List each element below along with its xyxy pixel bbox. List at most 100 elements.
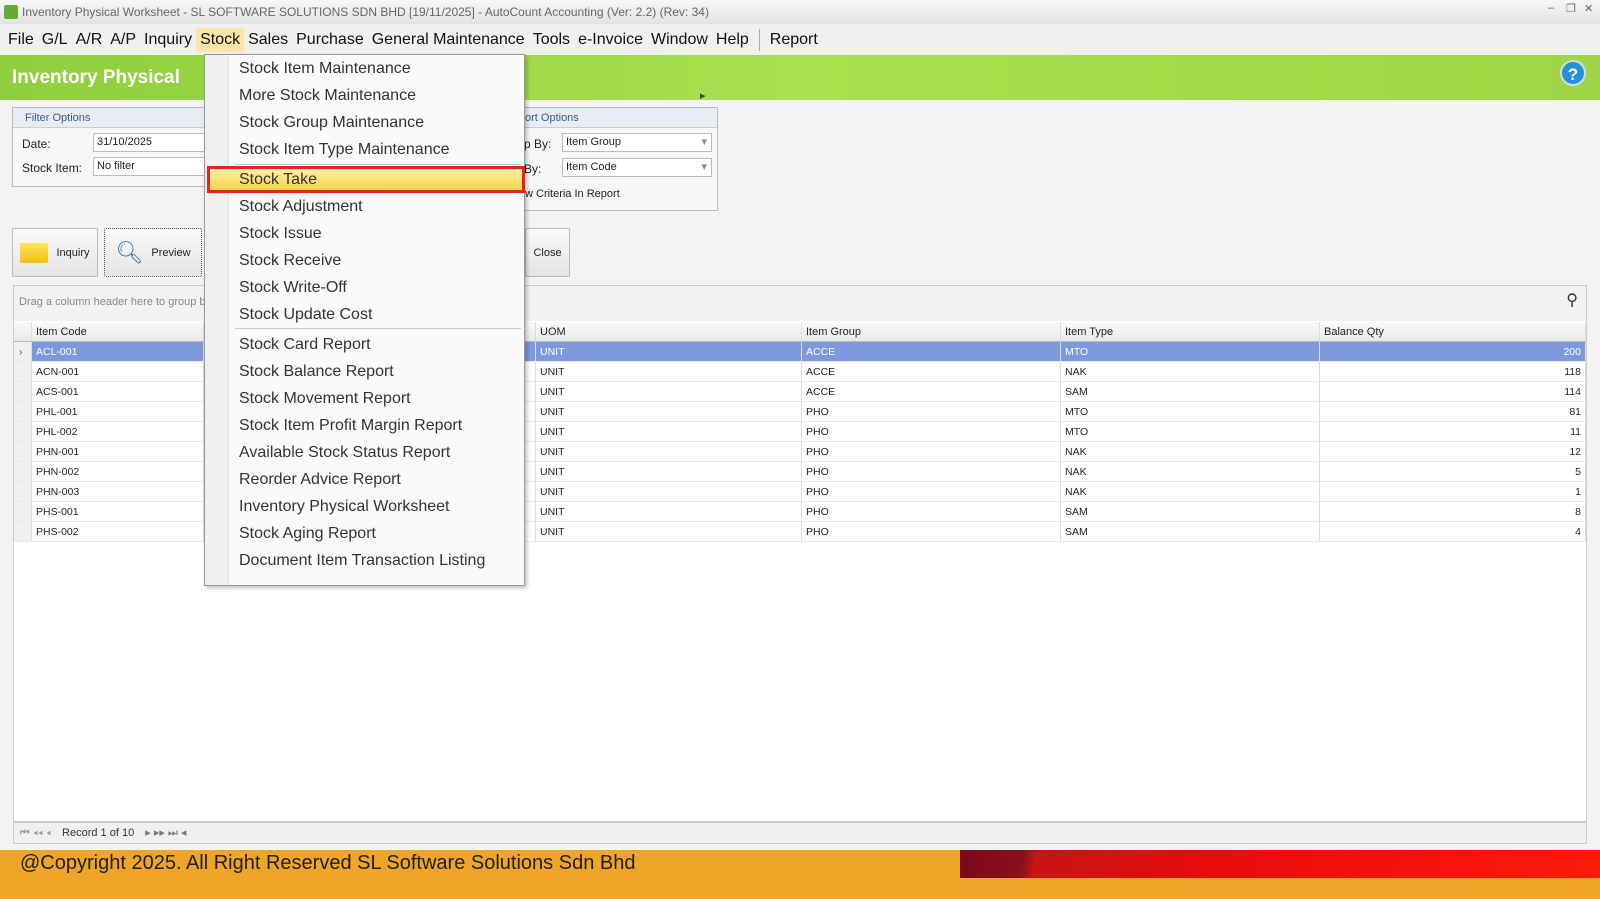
grid-cell: 200 — [1320, 342, 1586, 361]
grid-cell: 11 — [1320, 422, 1586, 441]
record-navigator: ⏮ ◂◂ ◂ Record 1 of 10 ▸ ▸▸ ⏭ ◂ — [13, 822, 1587, 844]
menu-g-l[interactable]: G/L — [38, 28, 72, 52]
menu-divider — [235, 328, 521, 329]
menu-a-r[interactable]: A/R — [72, 28, 107, 52]
menu-item-stock-take[interactable]: Stock Take — [207, 166, 525, 193]
grid-cell: PHO — [802, 442, 1061, 461]
report-options-title: ort Options — [521, 108, 717, 128]
menu-general-maintenance[interactable]: General Maintenance — [368, 28, 529, 52]
grid-cell: PHN-001 — [32, 442, 204, 461]
window-title: Inventory Physical Worksheet - SL SOFTWA… — [22, 5, 709, 19]
inquiry-label: Inquiry — [56, 246, 90, 259]
filter-options-group: Filter Options Date: 31/10/2025 Stock It… — [12, 107, 218, 187]
column-header[interactable]: Item Type — [1061, 322, 1320, 341]
menu-purchase[interactable]: Purchase — [292, 28, 368, 52]
menu-item-stock-aging-report[interactable]: Stock Aging Report — [231, 520, 521, 547]
menu-sales[interactable]: Sales — [244, 28, 292, 52]
grid-cell: PHO — [802, 482, 1061, 501]
grid-cell: UNIT — [536, 422, 802, 441]
menu-report[interactable]: Report — [766, 28, 822, 52]
menu-item-stock-balance-report[interactable]: Stock Balance Report — [231, 358, 521, 385]
row-indicator — [14, 522, 32, 541]
menu-item-stock-issue[interactable]: Stock Issue — [231, 220, 521, 247]
column-header[interactable]: Balance Qty — [1320, 322, 1586, 341]
grid-cell: 1 — [1320, 482, 1586, 501]
menu-item-stock-item-profit-margin-report[interactable]: Stock Item Profit Margin Report — [231, 412, 521, 439]
chevron-down-icon: ▾ — [701, 136, 707, 148]
menu-item-inventory-physical-worksheet[interactable]: Inventory Physical Worksheet — [231, 493, 521, 520]
menu-item-stock-item-type-maintenance[interactable]: Stock Item Type Maintenance — [231, 136, 521, 163]
inquiry-button[interactable]: Inquiry — [12, 228, 98, 277]
grid-cell: UNIT — [536, 442, 802, 461]
menu-inquiry[interactable]: Inquiry — [140, 28, 196, 52]
filter-options-title: Filter Options — [13, 108, 211, 128]
close-button[interactable]: Close — [525, 228, 570, 277]
column-header[interactable]: UOM — [536, 322, 802, 341]
help-icon[interactable]: ? — [1560, 60, 1586, 86]
menu-item-stock-update-cost[interactable]: Stock Update Cost — [231, 301, 521, 328]
preview-button[interactable]: 🔍︎ Preview — [104, 228, 202, 277]
preview-label: Preview — [151, 246, 191, 259]
sort-by-label: By: — [524, 162, 542, 176]
menu-window[interactable]: Window — [647, 28, 712, 52]
menu-file[interactable]: File — [4, 28, 38, 52]
group-by-select[interactable]: Item Group ▾ — [562, 133, 712, 152]
grid-cell: UNIT — [536, 502, 802, 521]
copyright-text: @Copyright 2025. All Right Reserved SL S… — [20, 852, 636, 874]
menu-item-stock-write-off[interactable]: Stock Write-Off — [231, 274, 521, 301]
menu-item-available-stock-status-report[interactable]: Available Stock Status Report — [231, 439, 521, 466]
grid-cell: SAM — [1061, 522, 1320, 541]
date-label: Date: — [22, 137, 51, 151]
grid-cell: NAK — [1061, 442, 1320, 461]
menu-item-document-item-transaction-listing[interactable]: Document Item Transaction Listing — [231, 547, 521, 574]
menu-tools[interactable]: Tools — [529, 28, 574, 52]
chevron-down-icon: ▾ — [701, 161, 707, 173]
minimize-icon[interactable]: – — [1548, 2, 1554, 14]
menu-item-stock-adjustment[interactable]: Stock Adjustment — [231, 193, 521, 220]
grid-cell: ACL-001 — [32, 342, 204, 361]
grid-cell: 5 — [1320, 462, 1586, 481]
menu-item-stock-group-maintenance[interactable]: Stock Group Maintenance — [231, 109, 521, 136]
menu-item-reorder-advice-report[interactable]: Reorder Advice Report — [231, 466, 521, 493]
menu-help[interactable]: Help — [712, 28, 753, 52]
row-indicator[interactable] — [14, 322, 32, 341]
column-header[interactable]: Item Group — [802, 322, 1061, 341]
menu-item-more-stock-maintenance[interactable]: More Stock Maintenance — [231, 82, 521, 109]
sort-by-select[interactable]: Item Code ▾ — [562, 158, 712, 177]
grid-cell: SAM — [1061, 502, 1320, 521]
nav-first-prev-icons[interactable]: ⏮ ◂◂ ◂ — [20, 827, 51, 839]
menu-item-stock-item-maintenance[interactable]: Stock Item Maintenance — [231, 55, 521, 82]
grid-cell: PHO — [802, 522, 1061, 541]
find-icon[interactable]: ⚲ — [1566, 290, 1578, 310]
grid-cell: 8 — [1320, 502, 1586, 521]
menu-stock[interactable]: Stock — [196, 27, 245, 52]
show-criteria-checkbox-label[interactable]: w Criteria In Report — [525, 188, 620, 200]
grid-cell: 114 — [1320, 382, 1586, 401]
menu-separator — [758, 28, 760, 51]
menu-a-p[interactable]: A/P — [106, 28, 140, 52]
stock-item-field[interactable]: No filter — [93, 157, 218, 176]
menu-item-stock-card-report[interactable]: Stock Card Report — [231, 331, 521, 358]
preview-magnifier-icon: 🔍︎ — [115, 239, 144, 265]
grid-cell: UNIT — [536, 362, 802, 381]
close-window-icon[interactable]: ✕ — [1584, 2, 1593, 15]
menu-e-invoice[interactable]: e-Invoice — [574, 28, 647, 52]
row-indicator — [14, 382, 32, 401]
row-indicator — [14, 422, 32, 441]
grid-cell: MTO — [1061, 342, 1320, 361]
grid-cell: UNIT — [536, 342, 802, 361]
row-indicator — [14, 462, 32, 481]
grid-cell: UNIT — [536, 482, 802, 501]
menu-item-stock-movement-report[interactable]: Stock Movement Report — [231, 385, 521, 412]
menu-item-stock-receive[interactable]: Stock Receive — [231, 247, 521, 274]
grid-cell: UNIT — [536, 382, 802, 401]
grid-cell: 4 — [1320, 522, 1586, 541]
date-field[interactable]: 31/10/2025 — [93, 133, 218, 152]
grid-cell: 12 — [1320, 442, 1586, 461]
app-icon — [4, 5, 18, 19]
grid-cell: 118 — [1320, 362, 1586, 381]
column-header[interactable]: Item Code — [32, 322, 204, 341]
restore-icon[interactable]: ❐ — [1566, 2, 1576, 15]
stock-item-label: Stock Item: — [22, 161, 83, 175]
nav-next-last-icons[interactable]: ▸ ▸▸ ⏭ ◂ — [145, 827, 186, 839]
